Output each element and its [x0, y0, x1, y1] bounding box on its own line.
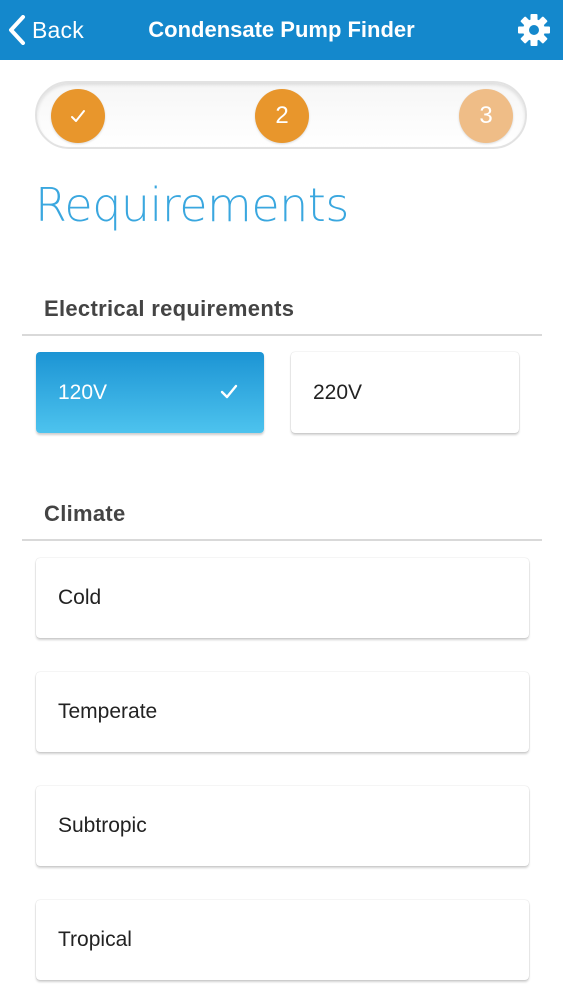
page-header-title: Condensate Pump Finder — [148, 17, 415, 42]
step-2-current[interactable]: 2 — [255, 89, 309, 143]
step-progress: 2 3 — [35, 81, 527, 149]
option-tropical-label: Tropical — [58, 928, 132, 951]
chevron-left-icon — [9, 15, 25, 45]
electrical-section-header: Electrical requirements — [22, 286, 542, 336]
step-1-completed[interactable] — [51, 89, 105, 143]
option-tropical[interactable]: Tropical — [36, 900, 529, 980]
settings-button[interactable] — [515, 11, 553, 49]
option-220v-label: 220V — [313, 380, 363, 404]
gear-icon — [518, 14, 550, 46]
check-icon — [71, 110, 85, 122]
step-3-upcoming[interactable]: 3 — [459, 89, 513, 143]
option-120v-label: 120V — [58, 380, 108, 404]
page-title: Requirements — [35, 178, 349, 232]
climate-heading: Climate — [44, 501, 126, 526]
option-220v[interactable]: 220V — [291, 352, 519, 433]
check-icon — [220, 384, 238, 399]
back-label: Back — [32, 16, 84, 43]
option-120v[interactable]: 120V — [36, 352, 264, 433]
back-button[interactable]: Back — [8, 12, 84, 48]
nav-bar: Back Condensate Pump Finder — [0, 0, 563, 60]
option-temperate[interactable]: Temperate — [36, 672, 529, 752]
option-subtropic[interactable]: Subtropic — [36, 786, 529, 866]
option-subtropic-label: Subtropic — [58, 814, 147, 837]
option-cold[interactable]: Cold — [36, 558, 529, 638]
option-temperate-label: Temperate — [58, 700, 158, 723]
climate-section-header: Climate — [22, 491, 542, 541]
electrical-heading: Electrical requirements — [44, 296, 295, 321]
option-cold-label: Cold — [58, 586, 102, 609]
